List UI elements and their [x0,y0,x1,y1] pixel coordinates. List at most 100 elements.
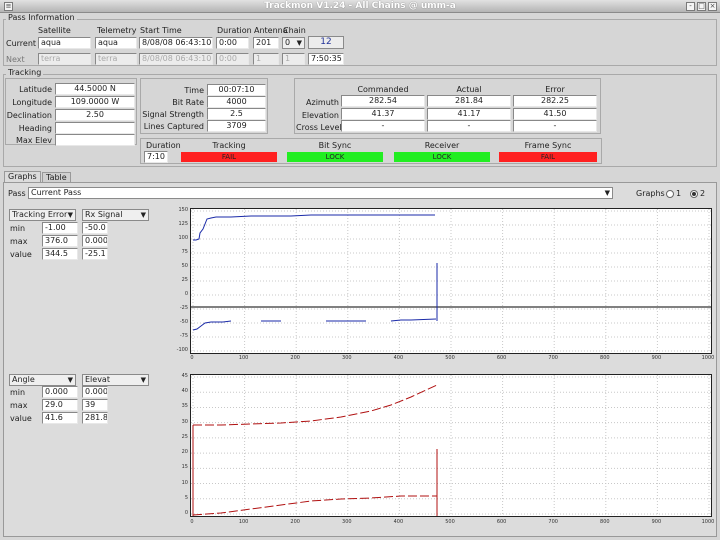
graph2-value-b-field[interactable]: 281.8 [82,412,108,424]
graph1-value-a-field[interactable]: 344.5 [42,248,78,260]
cross-level-commanded-field[interactable]: - [341,120,425,132]
close-button[interactable]: × [708,2,717,11]
graphs-radio-2[interactable] [690,190,698,198]
elevation-actual-field[interactable]: 41.17 [427,108,511,120]
header-satellite: Satellite [38,26,71,35]
graph1-y-tick: 0 [184,291,188,297]
graph2-series-upper [193,384,438,426]
bit-rate-field[interactable]: 4000 [207,96,266,108]
next-satellite-field: terra [38,53,91,65]
azimuth-actual-field[interactable]: 281.84 [427,95,511,107]
declination-field[interactable]: 2.50 [55,109,135,121]
graph2-max-a-field[interactable]: 29.0 [42,399,78,411]
graph2-y-tick: 10 [181,479,188,486]
pass-label: Pass [8,189,26,198]
current-start-time-field[interactable]: 8/08/08 06:43:10 [139,37,213,49]
chevron-down-icon: ▼ [67,211,73,219]
time-field[interactable]: 00:07:10 [207,84,266,96]
graph1-y-tick: -50 [179,319,188,325]
window-menu-icon[interactable]: ≡ [4,2,13,11]
graph1-min-b-field[interactable]: -50.0 [82,222,108,234]
graph2-x-tick: 200 [290,519,300,525]
graph2-y-tick: 40 [181,388,188,395]
graph2-x-tick: 300 [342,519,352,525]
max-elev-label: Max Elev [15,136,52,145]
longitude-field[interactable]: 109.0000 W [55,96,135,108]
tracking-indicator: FAIL [181,152,277,162]
graph2-right-select-value: Elevat [85,375,110,384]
header-telemetry: Telemetry [97,26,137,35]
minimize-button[interactable]: - [686,2,695,11]
graph2-x-tick: 900 [651,519,662,525]
graph2-right-select[interactable]: Elevat ▼ [82,374,149,386]
bit-sync-indicator-label: Bit Sync [318,141,352,150]
graph2-y-tick: 20 [181,449,188,456]
graph1-max-b-field[interactable]: 0.000 [82,235,108,247]
cross-level-error-field[interactable]: - [513,120,597,132]
cross-level-actual-field[interactable]: - [427,120,511,132]
graph1-y-tick: 50 [181,263,188,269]
header-start-time: Start Time [140,26,182,35]
graph1-x-tick: 0 [190,355,194,361]
graph2-min-b-field[interactable]: 0.000 [82,386,108,398]
current-satellite-field[interactable]: aqua [38,37,91,49]
graph1-left-select[interactable]: Tracking Error ▼ [9,209,76,221]
graph1-y-axis: 150 125 100 75 50 25 0 -25 -50 -75 -100 [160,207,188,354]
azimuth-error-field[interactable]: 282.25 [513,95,597,107]
chevron-down-icon: ▼ [296,39,302,47]
max-elev-field[interactable] [55,134,135,146]
chevron-down-icon: ▼ [140,376,146,384]
duration-field[interactable]: 7:10 [144,151,168,163]
graph2-y-tick: 25 [181,433,188,440]
graph2-max-label: max [10,401,28,410]
graph1-value-b-field[interactable]: -25.1 [82,248,108,260]
next-antenna-field: 1 [253,53,279,65]
receiver-indicator-label: Receiver [424,141,460,150]
graph2-y-tick: 15 [181,464,188,471]
graph1-series-lower-a [192,320,232,331]
current-chain-value: 0 [285,38,291,47]
chevron-down-icon: ▼ [604,189,610,197]
elevation-commanded-field[interactable]: 41.37 [341,108,425,120]
latitude-field[interactable]: 44.5000 N [55,83,135,95]
graph1-x-tick: 800 [600,355,610,361]
maximize-button[interactable]: □ [697,2,706,11]
graph1-right-select[interactable]: Rx Signal ▼ [82,209,149,221]
header-chain: Chain [283,26,306,35]
graph1-y-tick: 25 [181,277,188,283]
graph2-y-tick: 35 [181,403,188,410]
graph2-value-a-field[interactable]: 41.6 [42,412,78,424]
graph1-max-a-field[interactable]: 376.0 [42,235,78,247]
graph2-min-a-field[interactable]: 0.000 [42,386,78,398]
current-antenna-field[interactable]: 201 [253,37,279,49]
signal-strength-label: Signal Strength [142,110,204,119]
graph2-x-tick: 600 [496,519,507,525]
graph1-min-a-field[interactable]: -1.00 [42,222,78,234]
graphs-radio-1[interactable] [666,190,674,198]
pass-select[interactable]: Current Pass ▼ [28,187,613,199]
graph2-left-select-value: Angle [12,375,35,384]
lines-captured-field[interactable]: 3709 [207,120,266,132]
graph2-min-label: min [10,388,26,397]
graph1-x-axis: 0 100 200 300 400 500 600 700 800 900 1000 [190,355,714,364]
title-bar[interactable]: Trackmon V1.24 - All Chains @ umm-a ≡ - … [0,0,720,13]
graph2-y-tick: 0 [184,510,188,516]
current-duration-field[interactable]: 0:00 [216,37,249,49]
graph1-plot[interactable] [190,208,712,354]
duration-label: Duration [146,141,181,150]
current-action-button[interactable]: 12 [308,36,344,49]
current-chain-select[interactable]: 0 ▼ [282,37,305,49]
current-telemetry-field[interactable]: aqua [95,37,137,49]
graph2-x-tick: 0 [190,519,194,525]
heading-label: Heading [18,124,52,133]
graph1-x-tick: 600 [496,355,507,361]
graph1-svg [191,209,711,353]
graph2-max-b-field[interactable]: 39 [82,399,108,411]
signal-strength-field[interactable]: 2.5 [207,108,266,120]
azimuth-commanded-field[interactable]: 282.54 [341,95,425,107]
next-telemetry-field: terra [95,53,137,65]
graph2-left-select[interactable]: Angle ▼ [9,374,76,386]
graph2-plot[interactable] [190,374,712,517]
heading-field[interactable] [55,122,135,134]
elevation-error-field[interactable]: 41.50 [513,108,597,120]
